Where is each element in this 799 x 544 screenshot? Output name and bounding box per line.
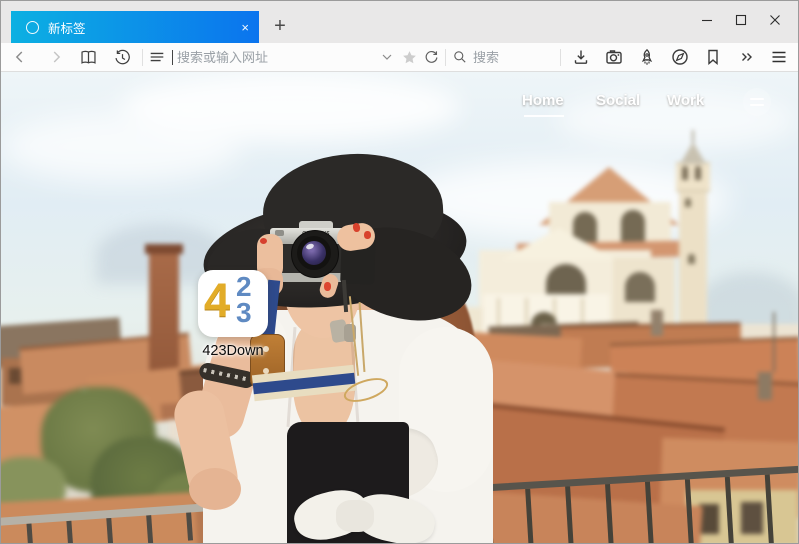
shirt-knot-core (336, 500, 374, 532)
camera-lens-glass (302, 241, 326, 265)
tab-title: 新标签 (48, 18, 241, 37)
fingernail-red (364, 231, 371, 239)
rocket-icon[interactable] (636, 46, 658, 68)
back-button[interactable] (9, 46, 31, 68)
logo-423-icon[interactable]: 4 2 3 (198, 270, 268, 337)
bookmarks-book-icon[interactable] (77, 46, 99, 68)
site-nav: Home Social Work (1, 92, 798, 122)
shortcut-423down[interactable]: 4 2 3 423Down (187, 270, 279, 359)
nav-item-work[interactable]: Work (667, 92, 704, 109)
toolbar-separator (560, 49, 561, 66)
browser-window: 新标签 × + (0, 0, 799, 544)
search-box[interactable] (449, 46, 557, 68)
address-bar[interactable] (168, 49, 376, 66)
explorer-compass-icon[interactable] (669, 46, 691, 68)
logo-digit-3: 3 (236, 299, 252, 327)
close-button[interactable] (758, 7, 792, 33)
active-tab[interactable]: 新标签 × (11, 11, 259, 43)
arm-left-elbow (189, 468, 241, 510)
bookmark-flag-icon[interactable] (702, 46, 724, 68)
window-controls (690, 7, 792, 33)
refresh-icon[interactable] (420, 46, 442, 68)
history-icon[interactable] (111, 46, 133, 68)
toolbar-separator (445, 49, 446, 66)
minimize-button[interactable] (690, 7, 724, 33)
toolbar (1, 43, 798, 72)
favorite-star-icon[interactable] (398, 46, 420, 68)
address-dropdown-chevron-icon[interactable] (376, 46, 398, 68)
forward-button[interactable] (45, 46, 67, 68)
more-chevrons-icon[interactable] (735, 46, 757, 68)
text-caret (172, 50, 173, 65)
toolbar-right-icons (570, 46, 790, 68)
maximize-button[interactable] (724, 7, 758, 33)
tab-close-icon[interactable]: × (241, 21, 249, 34)
download-icon[interactable] (570, 46, 592, 68)
search-icon (449, 46, 471, 68)
woman-with-camera: OLYMPUS (1, 72, 798, 544)
address-menu-icon[interactable] (146, 46, 168, 68)
toolbar-separator (142, 49, 143, 66)
nav-item-social[interactable]: Social (596, 92, 640, 109)
logo-digit-4: 4 (204, 274, 230, 326)
screenshot-camera-icon[interactable] (603, 46, 625, 68)
nav-item-home[interactable]: Home (522, 92, 564, 109)
shortcut-label: 423Down (187, 343, 279, 359)
fingernail-red (260, 238, 267, 244)
search-input[interactable] (471, 49, 553, 66)
nav-active-underline (524, 115, 564, 117)
page-content: OLYMPUS (1, 72, 798, 544)
main-menu-icon[interactable] (768, 46, 790, 68)
fingernail-red (324, 282, 331, 291)
nav-hamburger-icon[interactable] (743, 88, 771, 116)
new-tab-button[interactable]: + (267, 13, 293, 39)
tab-bar: 新标签 × + (1, 1, 798, 43)
address-input[interactable] (175, 49, 376, 66)
tab-loading-icon (26, 21, 39, 34)
